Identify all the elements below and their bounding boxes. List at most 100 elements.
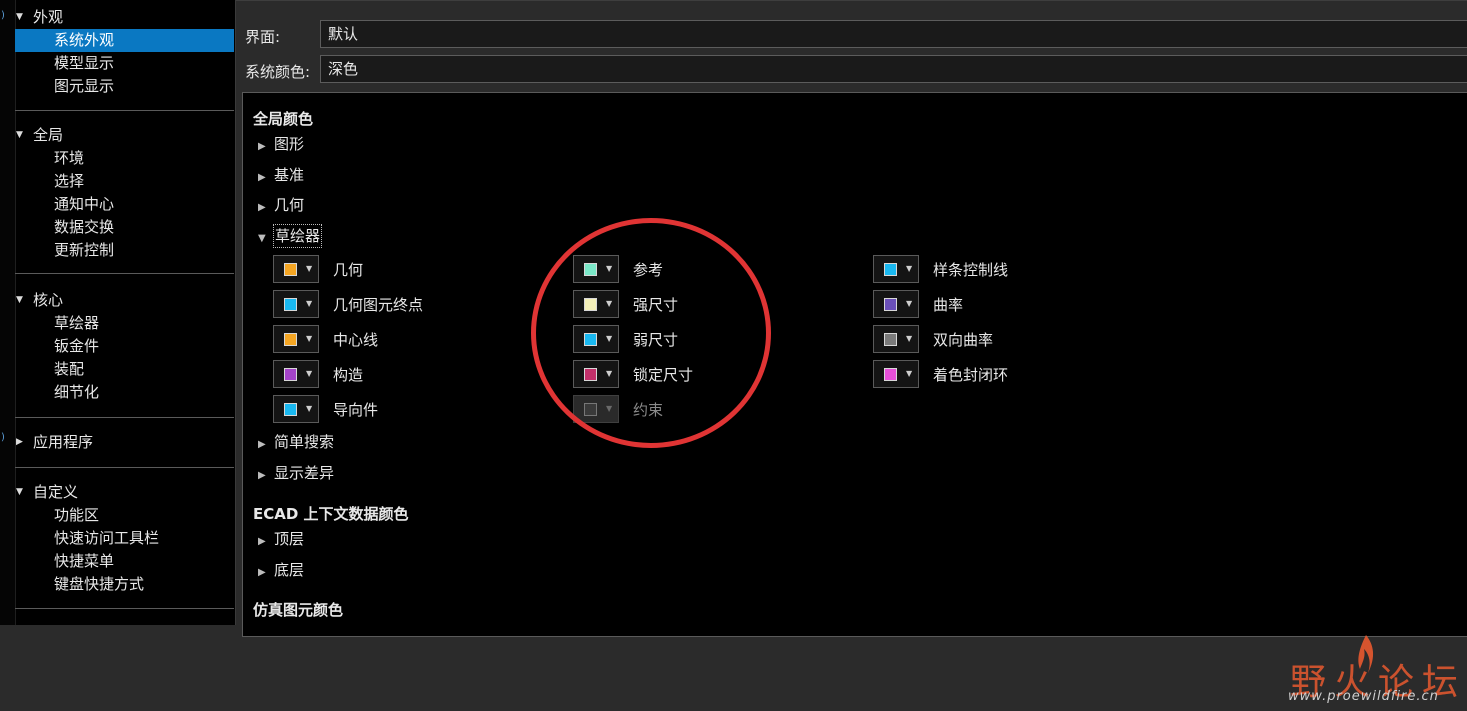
nav-group-global: ▼ 全局 环境 选择 通知中心 数据交换 更新控制 — [15, 124, 234, 262]
color-swatch — [284, 263, 297, 276]
sidebar-item-keyboard-shortcuts[interactable]: 键盘快捷方式 — [15, 573, 234, 596]
sidebar-item-shortcut-menu[interactable]: 快捷菜单 — [15, 550, 234, 573]
sidebar-item-data-exchange[interactable]: 数据交换 — [15, 216, 234, 239]
tree-item-datum[interactable]: ▶ 基准 — [258, 164, 304, 186]
color-label: 导向件 — [333, 401, 379, 419]
dropdown-arrow-icon[interactable]: ▼ — [306, 367, 312, 381]
tree-item-sketcher[interactable]: ▼ 草绘器 — [258, 224, 323, 250]
dropdown-arrow-icon[interactable]: ▼ — [906, 297, 912, 311]
sidebar-item-notification-center[interactable]: 通知中心 — [15, 193, 234, 216]
sidebar-item-entity-display[interactable]: 图元显示 — [15, 75, 234, 98]
color-swatch — [884, 368, 897, 381]
nav-group-title: 应用程序 — [33, 433, 94, 451]
color-swatch-button[interactable]: ▼ — [573, 255, 619, 283]
color-swatch-button[interactable]: ▼ — [873, 290, 919, 318]
color-label: 几何图元终点 — [333, 296, 424, 314]
expand-arrow-icon[interactable]: ▶ — [258, 531, 274, 553]
dropdown-arrow-icon[interactable]: ▼ — [306, 297, 312, 311]
sidebar-item-detailing[interactable]: 细节化 — [15, 381, 234, 404]
nav-group-header[interactable]: ▼ 外观 — [15, 6, 234, 29]
sidebar-item-ribbon[interactable]: 功能区 — [15, 504, 234, 527]
expand-triangle-icon[interactable]: ▶ — [16, 431, 26, 454]
tree-label: 基准 — [274, 166, 305, 184]
color-swatch — [284, 403, 297, 416]
system-color-label: 系统颜色: — [245, 63, 311, 81]
color-swatch-button[interactable]: ▼ — [873, 360, 919, 388]
color-swatch-button[interactable]: ▼ — [873, 255, 919, 283]
tree-item-geometry[interactable]: ▶ 几何 — [258, 194, 304, 216]
sidebar-divider — [15, 273, 234, 274]
sidebar-item-selection[interactable]: 选择 — [15, 170, 234, 193]
tree-item-simple-search[interactable]: ▶ 简单搜索 — [258, 431, 334, 453]
dropdown-arrow-icon[interactable]: ▼ — [606, 332, 612, 346]
color-swatch-button[interactable]: ▼ — [573, 290, 619, 318]
expand-arrow-icon[interactable]: ▶ — [258, 434, 274, 456]
color-swatch-button: ▼ — [573, 395, 619, 423]
expand-arrow-icon[interactable]: ▶ — [258, 136, 274, 158]
nav-group-header[interactable]: ▶ 应用程序 — [15, 431, 234, 454]
color-swatch — [584, 298, 597, 311]
expand-arrow-icon[interactable]: ▶ — [258, 197, 274, 219]
nav-group-header[interactable]: ▼ 自定义 — [15, 481, 234, 504]
color-label: 中心线 — [333, 331, 379, 349]
nav-group-header[interactable]: ▼ 核心 — [15, 289, 234, 312]
nav-group-header[interactable]: ▼ 全局 — [15, 124, 234, 147]
dropdown-arrow-icon[interactable]: ▼ — [606, 367, 612, 381]
tree-item-bottom-layer[interactable]: ▶ 底层 — [258, 559, 304, 581]
expand-arrow-icon[interactable]: ▶ — [258, 465, 274, 487]
dropdown-arrow-icon[interactable]: ▼ — [306, 262, 312, 276]
dropdown-arrow-icon[interactable]: ▼ — [906, 367, 912, 381]
color-swatch-button[interactable]: ▼ — [273, 360, 319, 388]
simulation-colors-title: 仿真图元颜色 — [253, 601, 344, 619]
color-swatch-button[interactable]: ▼ — [873, 325, 919, 353]
sidebar-divider — [15, 417, 234, 418]
ecad-colors-title: ECAD 上下文数据颜色 — [253, 505, 409, 523]
color-swatch-button[interactable]: ▼ — [273, 325, 319, 353]
color-swatch-button[interactable]: ▼ — [273, 255, 319, 283]
color-swatch — [884, 333, 897, 346]
collapse-arrow-icon[interactable]: ▼ — [258, 228, 274, 250]
sidebar-item-assembly[interactable]: 装配 — [15, 358, 234, 381]
sidebar-divider — [15, 110, 234, 111]
sidebar-item-model-display[interactable]: 模型显示 — [15, 52, 234, 75]
color-swatch — [584, 403, 597, 416]
expand-arrow-icon[interactable]: ▶ — [258, 562, 274, 584]
color-swatch — [284, 368, 297, 381]
sidebar-item-sheetmetal[interactable]: 钣金件 — [15, 335, 234, 358]
expand-arrow-icon[interactable]: ▶ — [258, 167, 274, 189]
tree-item-top-layer[interactable]: ▶ 顶层 — [258, 528, 304, 550]
nav-group-core: ▼ 核心 草绘器 钣金件 装配 细节化 — [15, 289, 234, 404]
dropdown-arrow-icon[interactable]: ▼ — [306, 332, 312, 346]
color-swatch-button[interactable]: ▼ — [273, 395, 319, 423]
dropdown-arrow-icon[interactable]: ▼ — [906, 262, 912, 276]
edge-mark-icon: ) — [1, 432, 5, 443]
collapse-triangle-icon[interactable]: ▼ — [16, 6, 26, 29]
color-swatch-button[interactable]: ▼ — [573, 360, 619, 388]
sidebar-item-environment[interactable]: 环境 — [15, 147, 234, 170]
color-label: 参考 — [633, 261, 664, 279]
global-colors-title: 全局颜色 — [253, 110, 314, 128]
color-swatch-button[interactable]: ▼ — [273, 290, 319, 318]
dropdown-arrow-icon[interactable]: ▼ — [906, 332, 912, 346]
sidebar-item-update-control[interactable]: 更新控制 — [15, 239, 234, 262]
collapse-triangle-icon[interactable]: ▼ — [16, 481, 26, 504]
sidebar-item-sketcher[interactable]: 草绘器 — [15, 312, 234, 335]
tree-item-display-diff[interactable]: ▶ 显示差异 — [258, 462, 334, 484]
sidebar-item-system-appearance[interactable]: 系统外观 — [15, 29, 234, 52]
dropdown-arrow-icon[interactable]: ▼ — [606, 297, 612, 311]
color-swatch — [884, 263, 897, 276]
color-swatch — [284, 298, 297, 311]
collapse-triangle-icon[interactable]: ▼ — [16, 124, 26, 147]
dropdown-arrow-icon[interactable]: ▼ — [606, 262, 612, 276]
theme-label: 界面: — [245, 28, 281, 46]
color-swatch-button[interactable]: ▼ — [573, 325, 619, 353]
collapse-triangle-icon[interactable]: ▼ — [16, 289, 26, 312]
tree-label: 几何 — [274, 196, 305, 214]
system-color-dropdown[interactable]: 深色 — [320, 55, 1467, 83]
main-content: 界面: 默认 系统颜色: 深色 全局颜色 ▶ 图形 ▶ 基准 ▶ 几何 ▼ 草绘器 ▼ … — [236, 0, 1467, 704]
sidebar-item-quick-access-toolbar[interactable]: 快速访问工具栏 — [15, 527, 234, 550]
dropdown-arrow-icon[interactable]: ▼ — [306, 402, 312, 416]
theme-dropdown[interactable]: 默认 — [320, 20, 1467, 48]
tree-item-graphics[interactable]: ▶ 图形 — [258, 133, 304, 155]
color-label: 锁定尺寸 — [633, 366, 694, 384]
